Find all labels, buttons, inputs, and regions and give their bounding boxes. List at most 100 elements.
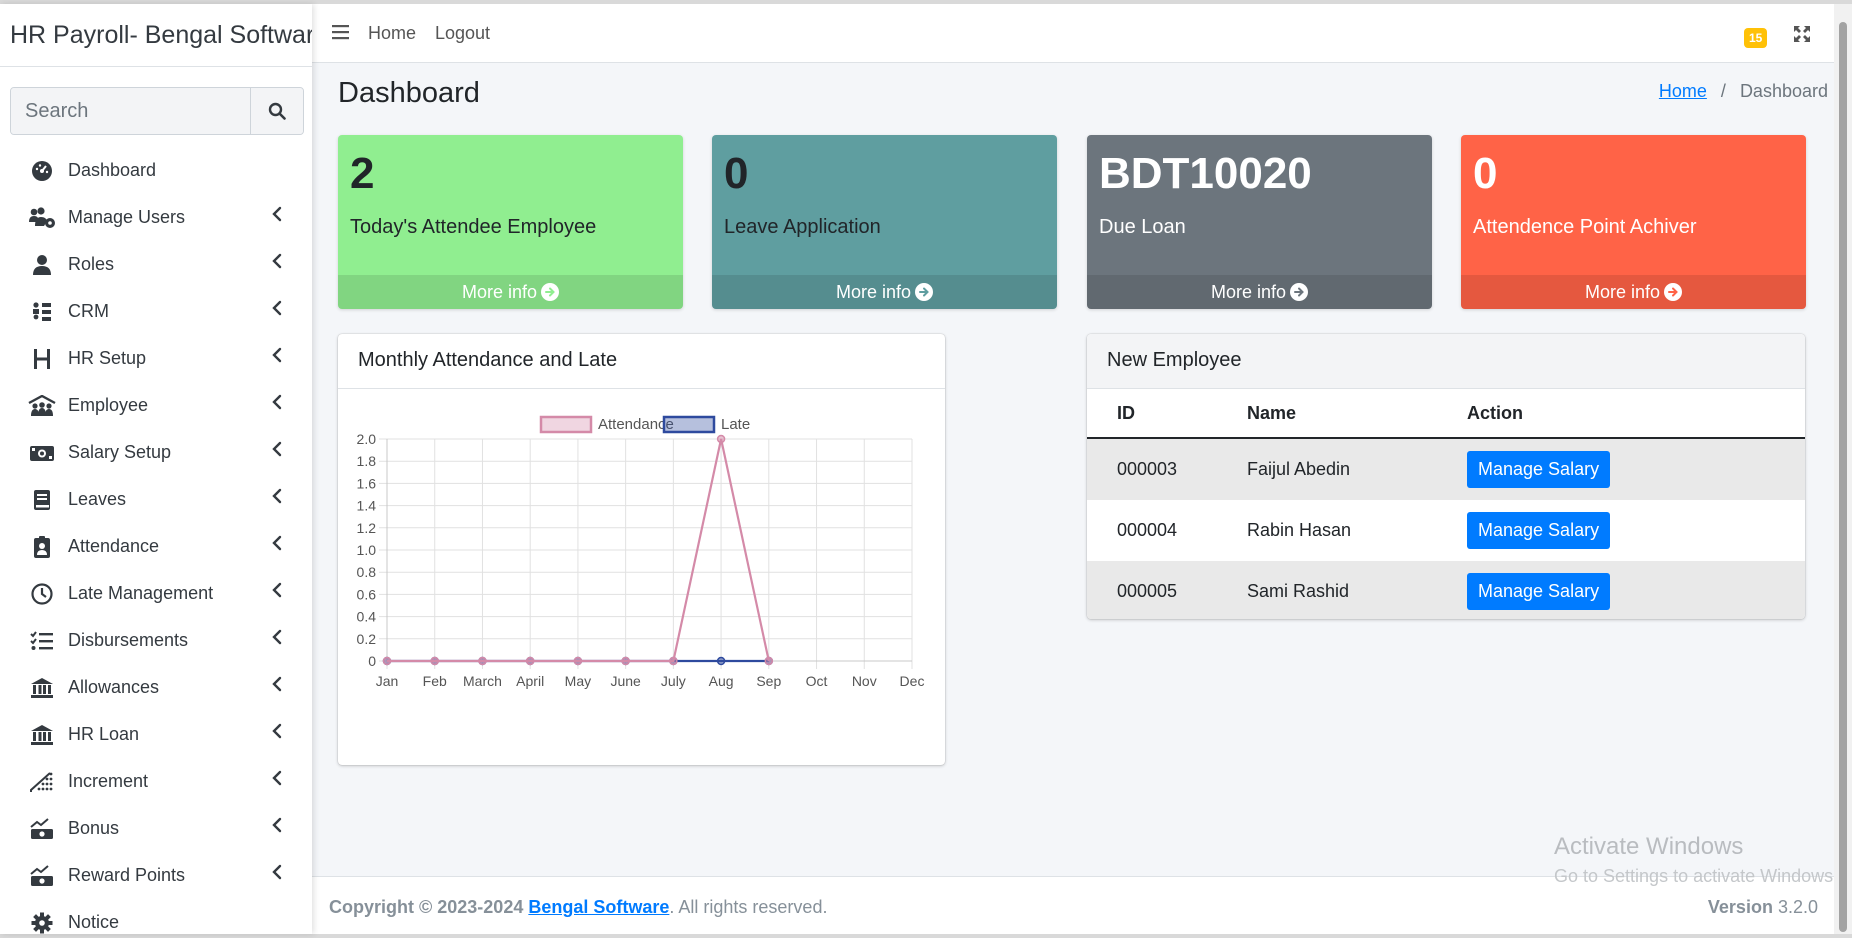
x-tick-label: May — [565, 673, 591, 689]
search-input[interactable] — [11, 88, 250, 134]
data-point-attendance — [621, 656, 630, 666]
more-info-link[interactable]: More info — [1087, 275, 1432, 309]
table-row: 000004 Rabin Hasan Manage Salary — [1087, 500, 1805, 561]
info-box-label: Attendence Point Achiver — [1473, 216, 1697, 238]
more-info-link[interactable]: More info — [338, 275, 683, 309]
chevron-left-icon — [272, 394, 282, 415]
info-box-label: Today's Attendee Employee — [350, 216, 597, 238]
nav-home-link[interactable]: Home — [368, 23, 416, 44]
sidebar-item-label: HR Setup — [68, 348, 147, 368]
sidebar-item-reward-points[interactable]: Reward Points — [0, 852, 312, 899]
sidebar-item-notice[interactable]: Notice — [0, 899, 312, 934]
copyright-label: Copyright © 2023-2024 — [329, 897, 524, 917]
activate-windows-subtitle: Go to Settings to activate Windows. — [1554, 866, 1839, 886]
breadcrumb-separator: / — [1720, 81, 1726, 101]
table-header-row: ID Name Action — [1087, 389, 1805, 439]
y-tick-label: 1.6 — [357, 475, 377, 491]
sidebar-item-bonus[interactable]: Bonus — [0, 805, 312, 852]
chevron-left-icon — [272, 582, 282, 603]
search-icon — [268, 102, 286, 120]
window-bottom-border — [0, 934, 1852, 938]
sidebar-item-label: Roles — [68, 254, 115, 274]
sidebar-item-label: Employee — [68, 395, 149, 415]
column-header-name: Name — [1246, 389, 1466, 439]
menu-toggle-icon[interactable] — [332, 24, 350, 40]
sidebar-item-dashboard[interactable]: Dashboard — [0, 147, 312, 194]
info-box-value: 0 — [724, 149, 749, 198]
employee-id-cell: 000005 — [1087, 561, 1246, 619]
chevron-left-icon — [272, 441, 282, 462]
table-row: 000005 Sami Rashid Manage Salary — [1087, 561, 1805, 619]
version-number: 3.2.0 — [1777, 897, 1818, 917]
fullscreen-icon[interactable] — [1794, 26, 1810, 42]
manage-salary-button[interactable]: Manage Salary — [1467, 512, 1611, 549]
gear-icon — [28, 911, 56, 935]
info-box-value: 0 — [1473, 149, 1498, 198]
chevron-left-icon — [272, 347, 282, 368]
data-point-attendance — [764, 656, 774, 666]
x-tick-label: July — [661, 673, 686, 689]
sidebar-item-manage-users[interactable]: Manage Users — [0, 194, 312, 241]
sidebar-item-employee[interactable]: Employee — [0, 382, 312, 429]
manage-salary-button[interactable]: Manage Salary — [1467, 573, 1611, 610]
manage-salary-button[interactable]: Manage Salary — [1467, 451, 1611, 488]
chart-card-title: Monthly Attendance and Late — [338, 334, 945, 389]
sidebar-item-allowances[interactable]: Allowances — [0, 664, 312, 711]
sidebar-item-label: Leaves — [68, 489, 127, 509]
user-icon — [28, 253, 56, 277]
nav-logout-link[interactable]: Logout — [435, 23, 490, 44]
y-tick-label: 1.0 — [357, 542, 377, 558]
attendance-point-info-box: 0 Attendence Point Achiver More info — [1461, 135, 1806, 309]
app-brand[interactable]: HR Payroll- Bengal Software — [0, 4, 312, 67]
sidebar-item-attendance[interactable]: Attendance — [0, 523, 312, 570]
y-tick-label: 1.4 — [357, 498, 377, 514]
top-navbar: Home Logout 15 — [312, 4, 1834, 63]
sidebar-item-leaves[interactable]: Leaves — [0, 476, 312, 523]
breadcrumb-home-link[interactable]: Home — [1659, 81, 1707, 101]
x-tick-label: Oct — [806, 673, 828, 689]
sidebar-item-hr-setup[interactable]: HR Setup — [0, 335, 312, 382]
info-box-value: 2 — [350, 149, 375, 198]
sidebar-item-increment[interactable]: Increment — [0, 758, 312, 805]
chevron-left-icon — [272, 723, 282, 744]
sidebar-item-disbursements[interactable]: Disbursements — [0, 617, 312, 664]
employee-name-cell: Faijul Abedin — [1246, 438, 1466, 500]
x-tick-label: Dec — [900, 673, 925, 689]
arrow-circle-right-icon — [1664, 283, 1683, 301]
data-point-attendance — [669, 656, 678, 666]
data-point-attendance — [573, 656, 583, 666]
chevron-left-icon — [272, 253, 282, 274]
h-icon — [28, 347, 56, 371]
sidebar-item-label: Notice — [68, 912, 120, 932]
y-tick-label: 0.8 — [357, 564, 377, 580]
data-point-late — [716, 656, 726, 666]
sidebar-item-roles[interactable]: Roles — [0, 241, 312, 288]
more-info-link[interactable]: More info — [712, 275, 1057, 309]
scrollbar-thumb[interactable] — [1839, 22, 1847, 932]
data-point-attendance — [430, 656, 439, 666]
employee-name-cell: Sami Rashid — [1246, 561, 1466, 619]
employee-action-cell: Manage Salary — [1466, 500, 1805, 561]
sidebar-item-hr-loan[interactable]: HR Loan — [0, 711, 312, 758]
clock-icon — [28, 582, 56, 606]
page-scrollbar[interactable] — [1834, 4, 1852, 934]
arrow-circle-right-icon — [915, 283, 934, 301]
employee-action-cell: Manage Salary — [1466, 561, 1805, 619]
more-info-link[interactable]: More info — [1461, 275, 1806, 309]
company-link[interactable]: Bengal Software — [528, 897, 669, 917]
chart-money-icon — [28, 817, 56, 841]
sidebar-item-late-management[interactable]: Late Management — [0, 570, 312, 617]
chevron-left-icon — [272, 535, 282, 556]
sidebar-item-salary-setup[interactable]: Salary Setup — [0, 429, 312, 476]
sidebar-item-crm[interactable]: CRM — [0, 288, 312, 335]
attendance-chart-card: Monthly Attendance and Late 0 0.2 0.4 0.6 0.… — [338, 334, 945, 765]
data-point-attendance — [525, 656, 535, 666]
notification-badge[interactable]: 15 — [1744, 28, 1768, 48]
search-button[interactable] — [250, 88, 303, 134]
sidebar-item-label: Bonus — [68, 818, 120, 838]
chart-dots-icon — [28, 770, 56, 794]
page-title: Dashboard — [338, 77, 480, 109]
employee-id-cell: 000004 — [1117, 520, 1178, 540]
more-info-label: More info — [461, 282, 538, 302]
y-tick-label: 0.2 — [357, 631, 377, 647]
